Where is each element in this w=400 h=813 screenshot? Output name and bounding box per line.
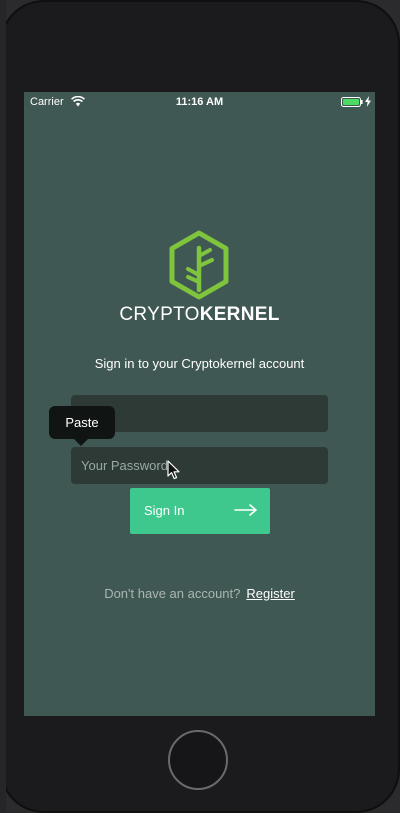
status-bar: Carrier 11:16 AM (24, 92, 375, 112)
signin-button[interactable]: Sign In (130, 488, 270, 534)
paste-menu-pointer (74, 439, 88, 446)
arrow-right-icon (234, 504, 257, 516)
battery-icon (341, 97, 363, 107)
paste-menu-button[interactable]: Paste (49, 406, 115, 439)
device-bezel-edge (0, 0, 6, 813)
home-button[interactable] (168, 730, 228, 790)
brand-name-light: CRYPTO (119, 304, 200, 325)
signin-button-label: Sign In (144, 503, 185, 518)
hexagon-tree-logo-icon (169, 230, 229, 300)
app-screen: Carrier 11:16 AM CRYPTOKERNEL Sign in to… (24, 92, 375, 716)
register-prompt: Don't have an account? (104, 586, 241, 601)
paste-label: Paste (65, 415, 99, 430)
status-time: 11:16 AM (175, 96, 224, 108)
bolt-icon (365, 96, 371, 107)
mouse-cursor-icon (167, 460, 180, 480)
brand-name-bold: KERNEL (199, 304, 280, 325)
device-frame: Carrier 11:16 AM CRYPTOKERNEL Sign in to… (0, 0, 400, 813)
register-link[interactable]: Register (246, 586, 294, 601)
password-field[interactable] (71, 447, 328, 484)
password-input[interactable] (71, 447, 328, 484)
register-row: Don't have an account? Register (24, 586, 375, 601)
signin-subtitle: Sign in to your Cryptokernel account (94, 356, 305, 371)
brand-wordmark: CRYPTOKERNEL (24, 304, 375, 326)
